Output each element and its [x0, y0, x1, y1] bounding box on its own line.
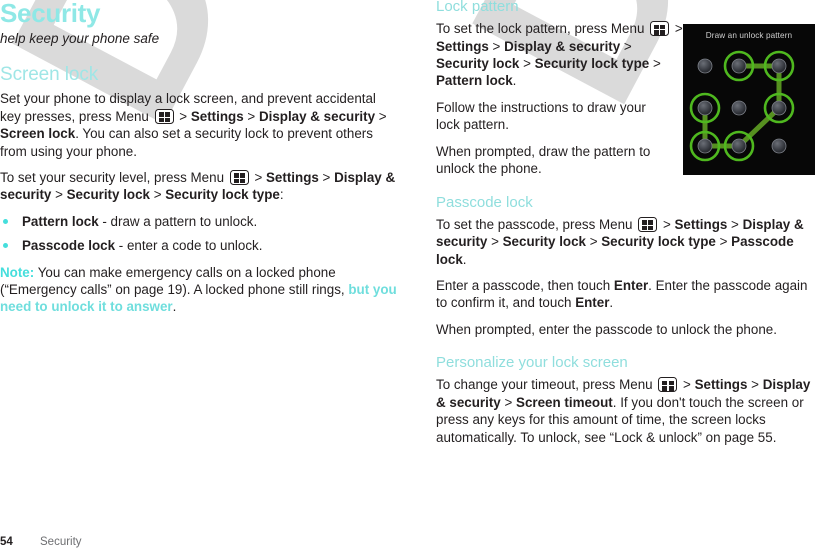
text-fragment: .	[609, 295, 614, 311]
page-subtitle: help keep your phone safe	[0, 31, 160, 47]
text-separator: >	[671, 21, 683, 37]
text-fragment: To change your timeout, press Menu	[436, 377, 657, 393]
list-item-term: Pattern lock	[22, 213, 99, 229]
text-separator: >	[727, 216, 743, 232]
page-title: Security	[0, 0, 101, 28]
text-fragment: To set your security level, press Menu	[0, 169, 228, 185]
list-item: Pattern lock - draw a pattern to unlock.	[0, 213, 398, 230]
text-separator: >	[649, 56, 661, 72]
pattern-lock-figure: Draw an unlock pattern	[683, 24, 815, 175]
section-heading-screen-lock: Screen lock	[0, 64, 99, 86]
text-fragment: Enter a passcode, then touch	[436, 277, 614, 293]
text-separator: >	[747, 377, 763, 393]
text-separator: >	[250, 169, 266, 185]
text-separator: >	[51, 187, 67, 203]
text-fragment: .	[462, 251, 467, 267]
pattern-lock-grid	[689, 50, 795, 162]
subsection-heading-passcode-lock: Passcode lock	[436, 193, 533, 211]
security-lock-type-list: Pattern lock - draw a pattern to unlock.…	[0, 213, 398, 255]
menu-path-screen-lock: Screen lock	[0, 126, 76, 142]
paragraph-personalize-1: To change your timeout, press Menu > Set…	[436, 376, 815, 446]
text-separator: >	[149, 187, 166, 203]
text-fragment: You can make emergency calls on a locked…	[0, 264, 349, 297]
text-separator: >	[679, 377, 695, 393]
menu-key-icon	[658, 377, 678, 393]
menu-path-security-lock: Security lock	[436, 56, 520, 72]
left-column: Security help keep your phone safe Scree…	[0, 0, 398, 316]
text-separator: >	[659, 216, 675, 232]
text-separator: >	[500, 394, 517, 410]
menu-path-security-lock: Security lock	[66, 187, 150, 203]
menu-path-security-lock-type: Security lock type	[165, 187, 280, 203]
menu-key-icon	[154, 108, 174, 124]
text-fragment: :	[279, 187, 284, 203]
paragraph-lock-pattern-3: When prompted, draw the pattern to unloc…	[436, 143, 651, 177]
menu-path-display-security: Display & security	[504, 38, 621, 54]
enter-button-reference: Enter	[575, 295, 610, 311]
menu-path-display-security: Display & security	[258, 108, 376, 124]
text-fragment: .	[512, 73, 517, 89]
text-separator: >	[488, 38, 505, 54]
menu-key-icon	[638, 216, 658, 232]
text-separator: >	[715, 234, 732, 250]
subsection-heading-lock-pattern: Lock pattern	[436, 0, 519, 15]
manual-page: Security help keep your phone safe Scree…	[0, 0, 815, 558]
text-separator: >	[175, 108, 191, 124]
text-separator: >	[318, 169, 335, 185]
paragraph-lock-pattern-1: To set the lock pattern, press Menu > Se…	[436, 20, 686, 90]
menu-path-settings: Settings	[266, 169, 319, 185]
text-separator: >	[519, 56, 535, 72]
menu-path-settings: Settings	[694, 377, 748, 393]
list-item-description: - draw a pattern to unlock.	[98, 213, 258, 229]
footer-chapter-name: Security	[40, 536, 82, 548]
menu-path-security-lock-type: Security lock type	[534, 56, 650, 72]
menu-key-icon	[650, 21, 670, 37]
pattern-dots	[697, 58, 787, 154]
paragraph-passcode-lock-1: To set the passcode, press Menu > Settin…	[436, 216, 815, 268]
note-label: Note:	[0, 264, 35, 280]
menu-path-settings: Settings	[190, 108, 244, 124]
text-fragment: To set the lock pattern, press Menu	[436, 21, 649, 37]
paragraph-screen-lock-2: To set your security level, press Menu >…	[0, 169, 398, 204]
text-fragment: To set the passcode, press Menu	[436, 216, 637, 232]
menu-path-settings: Settings	[436, 38, 489, 54]
menu-path-security-lock-type: Security lock type	[601, 234, 716, 250]
text-separator: >	[487, 234, 503, 250]
text-separator: >	[620, 38, 632, 54]
text-separator: >	[375, 108, 387, 124]
menu-path-security-lock: Security lock	[502, 234, 586, 250]
text-fragment: .	[172, 299, 177, 315]
footer-page-number: 54	[0, 536, 13, 548]
paragraph-passcode-lock-3: When prompted, enter the passcode to unl…	[436, 321, 777, 337]
text-separator: >	[585, 234, 602, 250]
subsection-heading-personalize: Personalize your lock screen	[436, 354, 628, 372]
list-item-description: - enter a code to unlock.	[115, 238, 263, 254]
text-separator: >	[243, 108, 259, 124]
paragraph-passcode-lock-2: Enter a passcode, then touch Enter. Ente…	[436, 277, 815, 312]
list-item-term: Passcode lock	[22, 238, 116, 254]
enter-button-reference: Enter	[613, 277, 649, 293]
paragraph-lock-pattern-2: Follow the instructions to draw your loc…	[436, 99, 646, 133]
menu-key-icon	[229, 169, 249, 185]
page-footer: 54 Security	[0, 536, 815, 552]
paragraph-screen-lock-1: Set your phone to display a lock screen,…	[0, 90, 398, 160]
list-item: Passcode lock - enter a code to unlock.	[0, 237, 398, 254]
menu-path-screen-timeout: Screen timeout	[516, 394, 613, 410]
menu-path-pattern-lock: Pattern lock	[436, 73, 513, 89]
menu-path-settings: Settings	[674, 216, 728, 232]
note-paragraph: Note: You can make emergency calls on a …	[0, 264, 398, 316]
